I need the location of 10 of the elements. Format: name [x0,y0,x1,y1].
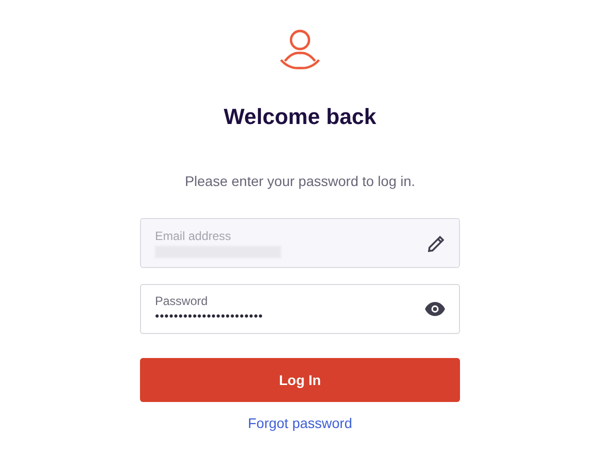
subtitle: Please enter your password to log in. [184,172,416,191]
eye-icon[interactable] [425,302,445,316]
user-icon [279,28,321,70]
login-button[interactable]: Log In [140,358,460,402]
page-title: Welcome back [224,103,376,131]
field-label: Password [155,294,209,308]
field-label: Email address [155,228,232,242]
forgot-password-link[interactable]: Forgot password [248,413,352,434]
field-value: ••••••••••••••••••••••• [155,308,264,324]
password-field[interactable]: Password ••••••••••••••••••••••• [140,284,460,334]
